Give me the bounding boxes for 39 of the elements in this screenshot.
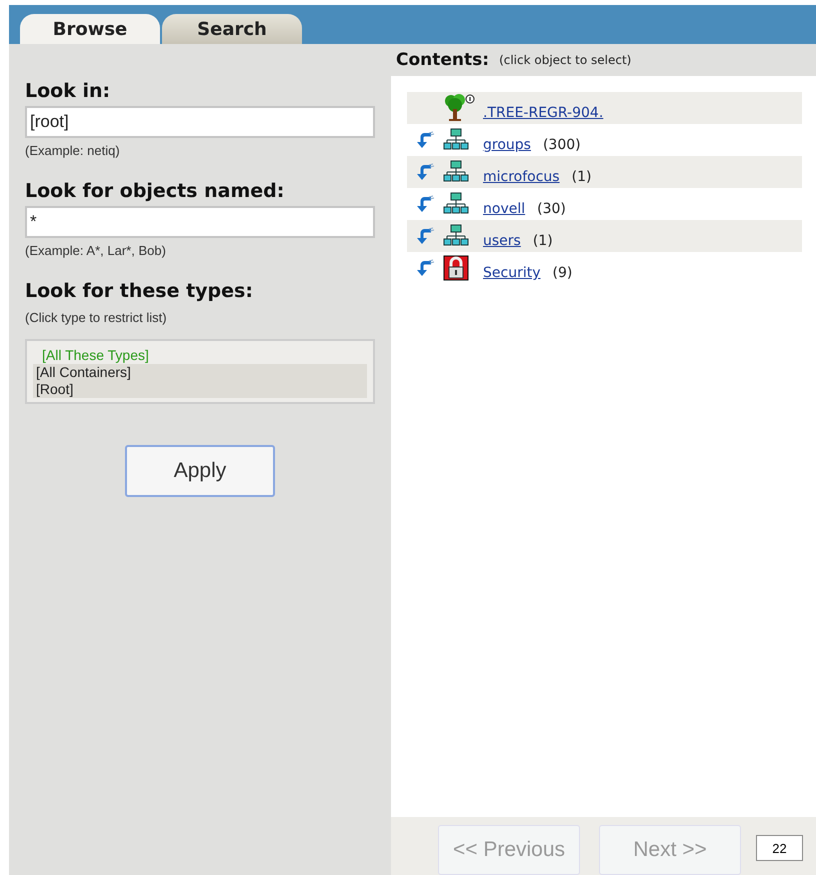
tree-icon	[443, 94, 477, 122]
type-listbox[interactable]: [All These Types] [All Containers] [Root]	[25, 339, 375, 404]
apply-button[interactable]: Apply	[125, 445, 275, 497]
org-chart-icon	[443, 224, 469, 248]
type-option[interactable]: [All Containers]	[33, 364, 367, 381]
contents-hint: (click object to select)	[499, 53, 632, 67]
object-link[interactable]: Security	[483, 265, 540, 284]
field-label: Look for these types:	[25, 280, 254, 302]
org-chart-icon	[443, 192, 469, 216]
object-count: (1)	[572, 169, 592, 187]
up-level-arrow-icon[interactable]	[415, 259, 435, 277]
object-link[interactable]: users	[483, 233, 521, 252]
input-field[interactable]: *	[25, 206, 375, 238]
up-level-arrow-icon[interactable]	[415, 163, 435, 181]
field-label: Look for objects named:	[25, 180, 286, 202]
instruction-hint: (Click type to restrict list)	[25, 310, 168, 325]
org-chart-icon	[443, 128, 469, 152]
org-chart-icon	[443, 160, 469, 184]
tab[interactable]: Browse	[20, 14, 160, 44]
object-link[interactable]: .TREE-REGR-904.	[483, 105, 604, 124]
object-link[interactable]: groups	[483, 137, 531, 156]
object-link[interactable]: microfocus	[483, 169, 560, 188]
object-count: (1)	[532, 233, 553, 251]
object-count: (30)	[537, 201, 566, 219]
tab[interactable]: Search	[162, 14, 302, 44]
input-field[interactable]: [root]	[25, 106, 375, 138]
example-hint: (Example: netiq)	[25, 143, 121, 158]
up-level-arrow-icon[interactable]	[415, 195, 435, 213]
object-link[interactable]: novell	[483, 201, 526, 220]
field-label: Look in:	[25, 80, 112, 102]
example-hint: (Example: A*, Lar*, Bob)	[25, 243, 167, 258]
up-level-arrow-icon[interactable]	[415, 131, 435, 149]
type-option[interactable]: [Root]	[33, 381, 367, 398]
contents-title: Contents:	[396, 50, 490, 70]
page-size-field[interactable]: 22	[756, 835, 803, 861]
object-count: (300)	[542, 137, 581, 155]
object-count: (9)	[552, 265, 572, 283]
lock-icon	[443, 255, 469, 281]
up-level-arrow-icon[interactable]	[415, 227, 435, 245]
